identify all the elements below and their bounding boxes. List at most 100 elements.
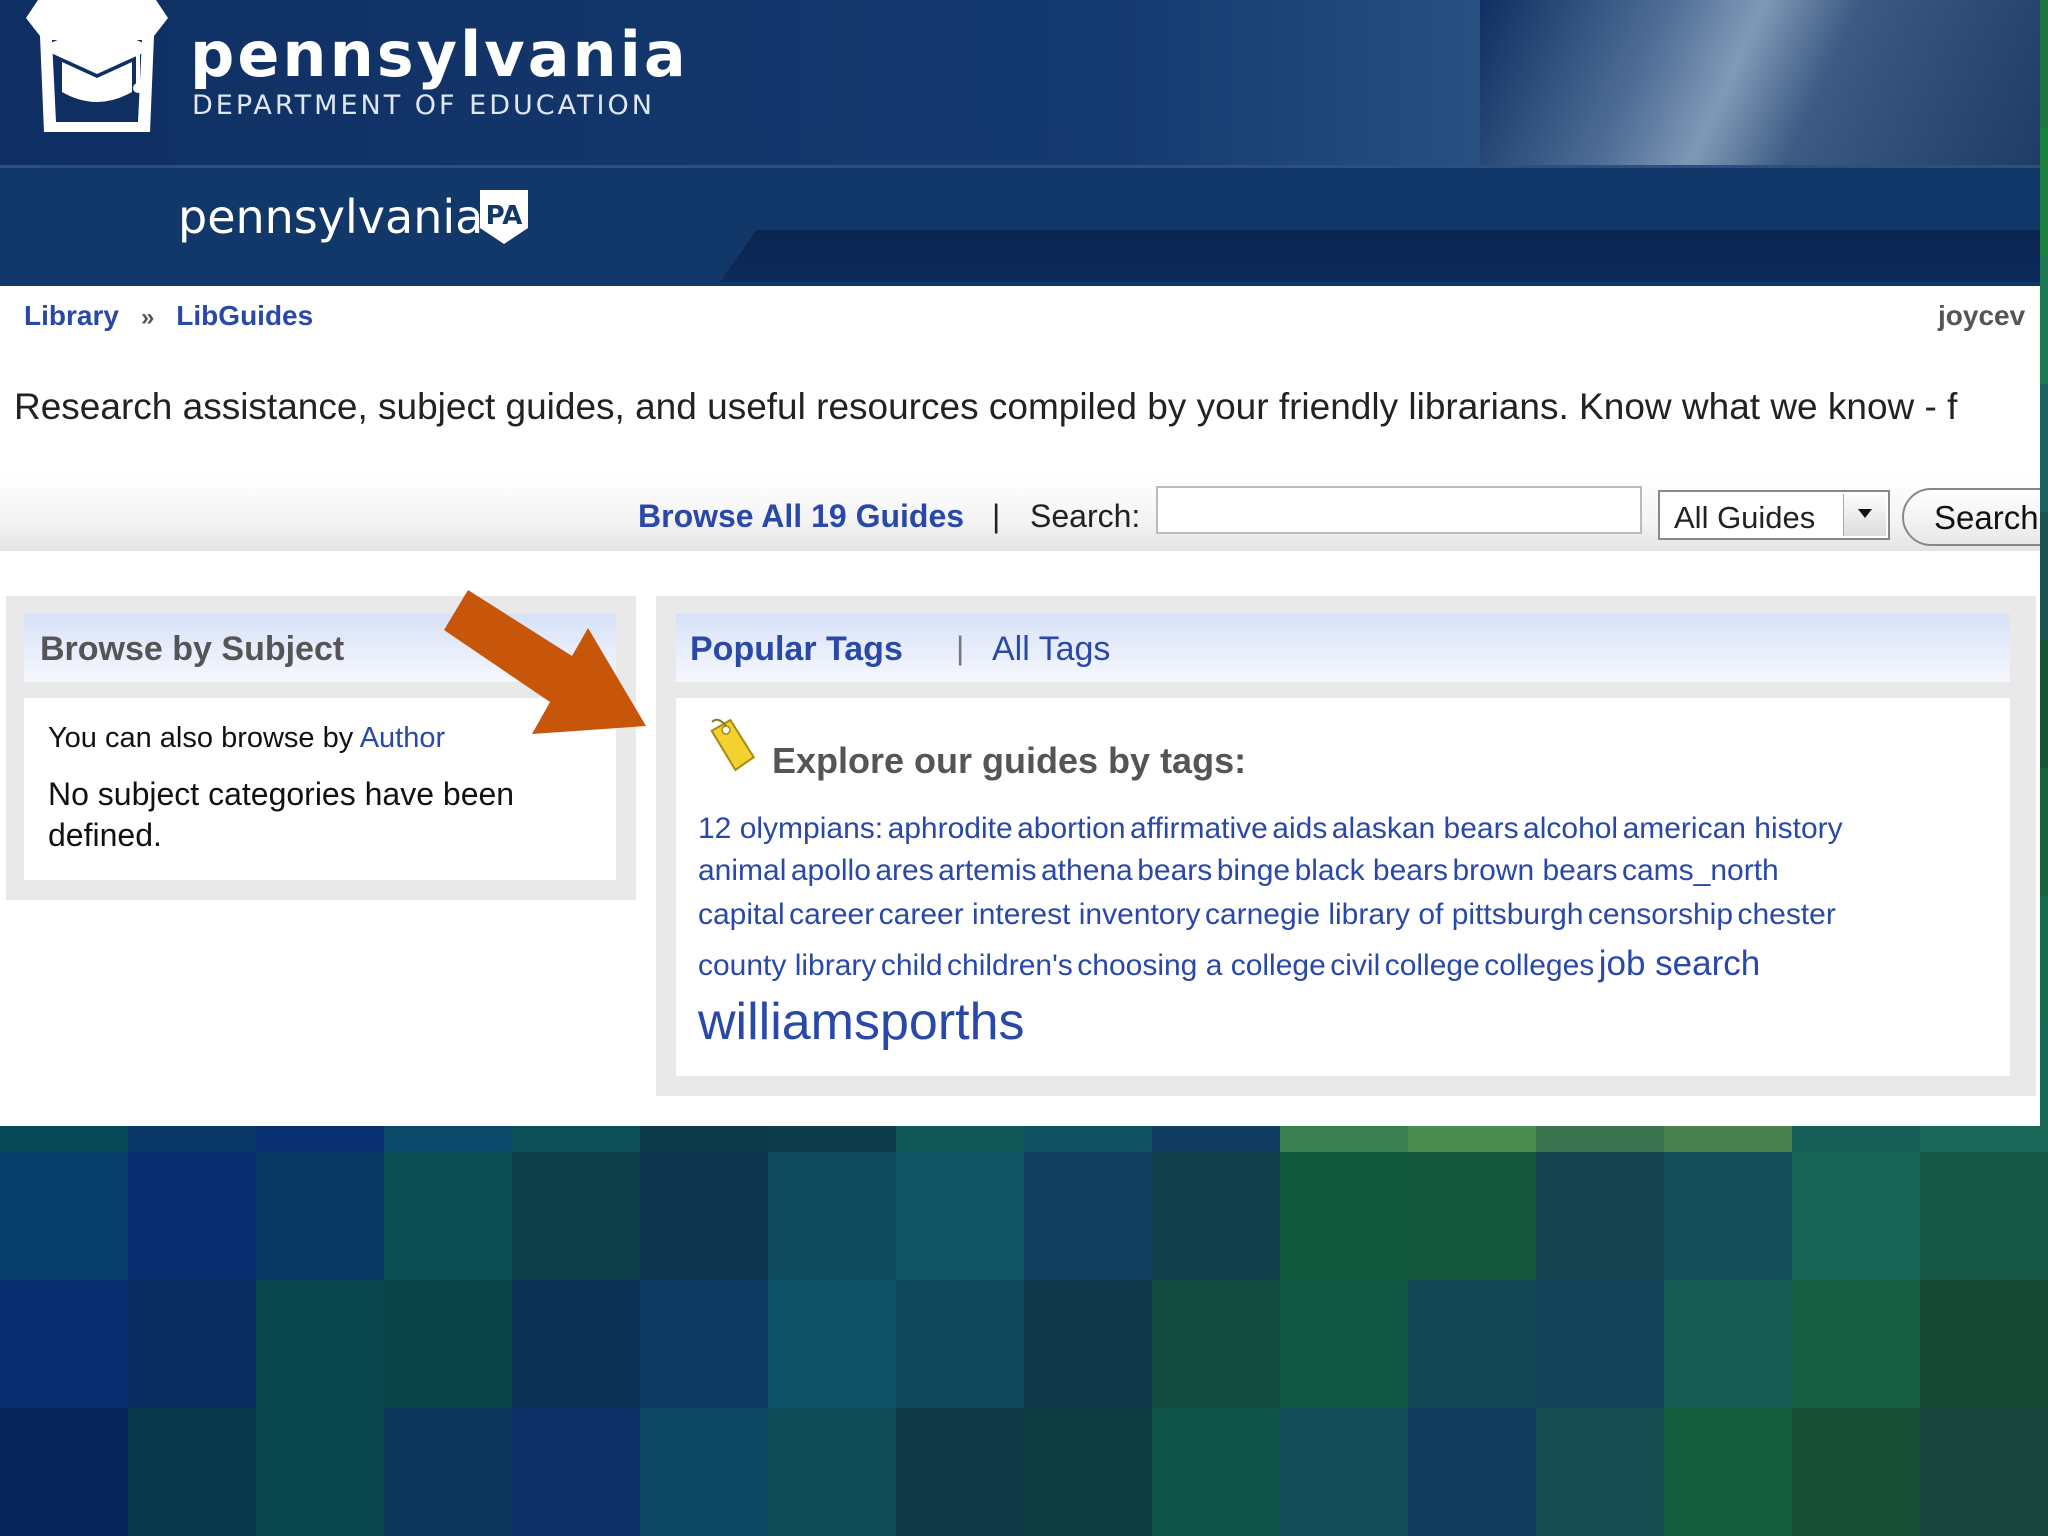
tag-link[interactable]: censorship (1588, 898, 1733, 931)
arrow-annotation-icon (444, 590, 646, 734)
search-button[interactable]: Search (1902, 488, 2040, 546)
browse-by-author-text: You can also browse by Author (48, 722, 445, 755)
tag-link[interactable]: chester (1737, 898, 1835, 931)
tag-link[interactable]: cams_north (1622, 854, 1779, 887)
background-tile (384, 1408, 512, 1536)
explore-tags-heading: Explore our guides by tags: (772, 740, 1247, 781)
breadcrumb-library[interactable]: Library (24, 300, 119, 331)
background-tile (1664, 1280, 1792, 1408)
background-tile (0, 1408, 128, 1536)
tag-link[interactable]: williamsporths (698, 993, 1025, 1051)
search-button-label: Search (1934, 499, 2039, 536)
pa-badge-text: PA (486, 201, 523, 231)
user-name[interactable]: joycev (1938, 300, 2025, 332)
background-tile (0, 1280, 128, 1408)
brand-subtitle: DEPARTMENT OF EDUCATION (192, 90, 655, 121)
background-tile (128, 1280, 256, 1408)
browse-all-guides-link[interactable]: Browse All 19 Guides (638, 498, 964, 535)
background-tile (1920, 1408, 2048, 1536)
tag-link[interactable]: carnegie library of pittsburgh (1205, 898, 1584, 931)
search-label: Search: (1030, 498, 1141, 534)
tag-link[interactable]: choosing a college (1077, 949, 1326, 982)
tag-link[interactable]: bears (1137, 854, 1212, 887)
background-tile (1920, 1152, 2048, 1280)
background-tile (768, 1280, 896, 1408)
pa-badge-icon: PA (480, 190, 528, 244)
tag-link[interactable]: career (789, 898, 874, 931)
tag-link[interactable]: apollo (791, 854, 871, 887)
tag-link[interactable]: binge (1217, 854, 1290, 887)
tag-link[interactable]: children's (947, 949, 1073, 982)
tag-link[interactable]: ares (875, 854, 933, 887)
guide-scope-select[interactable]: All Guides (1658, 490, 1890, 540)
tag-link[interactable]: job search (1599, 944, 1760, 983)
background-tile (1792, 1152, 1920, 1280)
empty-subjects-message: No subject categories have been defined. (48, 776, 515, 853)
tag-link[interactable]: colleges (1484, 949, 1594, 982)
tag-link[interactable]: affirmative (1130, 812, 1268, 845)
browser-screenshot: pennsylvania DEPARTMENT OF EDUCATION pen… (0, 0, 2040, 1126)
background-tile (1408, 1408, 1536, 1536)
brand-title: pennsylvania (190, 18, 689, 91)
background-tile (0, 1152, 128, 1280)
tag-link[interactable]: child (881, 949, 943, 982)
background-tile (512, 1280, 640, 1408)
tag-link[interactable]: athena (1041, 854, 1133, 887)
keystone-logo-icon (26, 0, 168, 132)
background-tile (1536, 1408, 1664, 1536)
background-tile (1280, 1152, 1408, 1280)
background-tile (512, 1408, 640, 1536)
breadcrumb-libguides[interactable]: LibGuides (176, 300, 313, 331)
tag-link[interactable]: 12 olympians: (698, 812, 883, 845)
tag-row: 12 olympians: aphrodite abortion affirma… (698, 812, 1843, 846)
tag-link[interactable]: american history (1623, 812, 1843, 845)
tag-icon (710, 718, 756, 772)
background-tile (1152, 1408, 1280, 1536)
site-header: pennsylvania DEPARTMENT OF EDUCATION (0, 0, 2040, 165)
search-separator: | (992, 498, 1001, 534)
background-tile (1152, 1280, 1280, 1408)
tab-popular-tags[interactable]: Popular Tags (690, 630, 903, 669)
background-tile (1536, 1152, 1664, 1280)
background-tile (1280, 1408, 1408, 1536)
tag-link[interactable]: brown bears (1452, 854, 1617, 887)
background-tile (1408, 1152, 1536, 1280)
tag-link[interactable]: aphrodite (888, 812, 1013, 845)
tag-link[interactable]: abortion (1017, 812, 1125, 845)
tag-link[interactable]: alaskan bears (1332, 812, 1519, 845)
background-tile (256, 1408, 384, 1536)
tag-link[interactable]: artemis (938, 854, 1036, 887)
tag-link[interactable]: career interest inventory (879, 898, 1201, 931)
tag-link[interactable]: aids (1272, 812, 1327, 845)
background-tile (640, 1280, 768, 1408)
background-tile (896, 1408, 1024, 1536)
tag-link[interactable]: alcohol (1523, 812, 1618, 845)
tag-link[interactable]: animal (698, 854, 786, 887)
site-tagline: Research assistance, subject guides, and… (14, 386, 1958, 427)
guide-scope-value: All Guides (1674, 500, 1816, 535)
arrow-shape (444, 590, 646, 734)
background-tile (1024, 1152, 1152, 1280)
background-tile (1920, 1280, 2048, 1408)
tab-all-tags[interactable]: All Tags (992, 630, 1110, 669)
background-tile (384, 1280, 512, 1408)
background-tile (384, 1152, 512, 1280)
background-tile (768, 1152, 896, 1280)
background-tile (1664, 1152, 1792, 1280)
tag-row: williamsporths (698, 992, 1025, 1052)
tag-link[interactable]: civil (1330, 949, 1380, 982)
search-input[interactable] (1156, 486, 1642, 534)
tag-link[interactable]: county library (698, 949, 876, 982)
background-tile (896, 1152, 1024, 1280)
band-stripe (720, 230, 2040, 282)
background-tile (256, 1152, 384, 1280)
dropdown-arrow-icon (1858, 509, 1872, 518)
background-tile (1024, 1408, 1152, 1536)
background-tile (1280, 1280, 1408, 1408)
background-tile (1792, 1280, 1920, 1408)
tag-link[interactable]: capital (698, 898, 785, 931)
background-tile (768, 1408, 896, 1536)
tag-link[interactable]: black bears (1295, 854, 1448, 887)
dropdown-button[interactable] (1843, 494, 1886, 536)
tag-link[interactable]: college (1385, 949, 1480, 982)
